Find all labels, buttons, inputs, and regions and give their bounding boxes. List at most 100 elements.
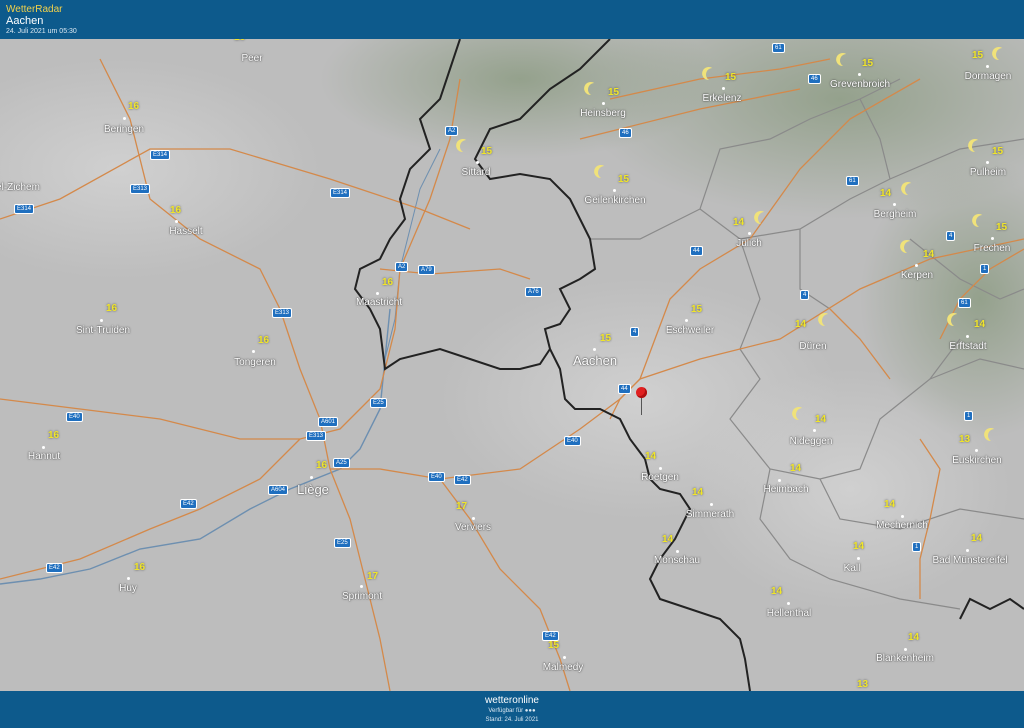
city-dot: [904, 648, 907, 651]
city-kerpen[interactable]: Kerpen: [901, 270, 933, 281]
road-shield: E42: [46, 563, 63, 573]
city-sprimont[interactable]: Sprimont: [342, 591, 382, 602]
city-dot: [472, 517, 475, 520]
city-dot: [813, 429, 816, 432]
city-kall[interactable]: Kall: [844, 563, 861, 574]
road-shield: A76: [525, 287, 542, 297]
city-dot: [360, 585, 363, 588]
city-erkelenz[interactable]: Erkelenz: [703, 93, 742, 104]
header-bar: WetterRadar Aachen 24. Juli 2021 um 05:3…: [0, 0, 1024, 39]
wetteronline-logo[interactable]: wetteronline: [0, 695, 1024, 706]
temp-heinsberg: 15: [608, 87, 620, 98]
city-dot: [42, 446, 45, 449]
city-heinsberg[interactable]: Heinsberg: [580, 108, 626, 119]
map-canvas: [0, 39, 1024, 691]
city-grevenbroich[interactable]: Grevenbroich: [830, 79, 890, 90]
city-dot: [915, 264, 918, 267]
city-blankenheim[interactable]: Blankenheim: [876, 653, 934, 664]
temp-aachen: 15: [600, 333, 612, 344]
pin-stick: [641, 397, 642, 415]
road-shield: 46: [619, 128, 632, 138]
city-peer[interactable]: Peer: [241, 53, 262, 64]
temp-bottom: 13: [857, 679, 869, 690]
city-heimbach[interactable]: Heimbach: [763, 484, 808, 495]
temp-erftstadt: 14: [974, 319, 986, 330]
city-simmerath[interactable]: Simmerath: [686, 509, 734, 520]
road-shield: 46: [808, 74, 821, 84]
temp-verviers: 17: [456, 501, 468, 512]
city-monschau[interactable]: Monschau: [654, 555, 700, 566]
road-shield: A25: [333, 458, 350, 468]
city-malmedy[interactable]: Malmedy: [543, 662, 584, 673]
road-shield: E40: [66, 412, 83, 422]
temp-hasselt: 16: [170, 205, 182, 216]
weather-map[interactable]: 16 Peer 16 Beringen el-Zichem 16 Hasselt…: [0, 39, 1024, 691]
city-dot: [991, 237, 994, 240]
city-hasselt[interactable]: Hasselt: [169, 226, 202, 237]
road-shield: E42: [180, 499, 197, 509]
road-shield: 4: [630, 327, 640, 337]
city-liege[interactable]: Liège: [297, 482, 329, 497]
city-tongeren[interactable]: Tongeren: [234, 357, 276, 368]
stand-text: Stand: 24. Juli 2021: [485, 717, 539, 723]
city-dot: [748, 232, 751, 235]
city-frechen[interactable]: Frechen: [974, 243, 1011, 254]
city-hannut[interactable]: Hannut: [28, 451, 60, 462]
temp-malmedy: 15: [548, 640, 560, 651]
temp-eschweiler: 15: [691, 304, 703, 315]
city-duren[interactable]: Düren: [799, 341, 826, 352]
road-shield: 44: [690, 246, 703, 256]
city-dot: [966, 549, 969, 552]
road-shield: E314: [150, 150, 171, 160]
temp-peer: 16: [234, 39, 245, 43]
temp-sprimont: 17: [367, 571, 379, 582]
city-julich[interactable]: Jülich: [736, 238, 762, 249]
temp-simmerath: 14: [692, 487, 704, 498]
city-bergheim[interactable]: Bergheim: [874, 209, 917, 220]
city-sint-truiden[interactable]: Sint-Truiden: [76, 325, 130, 336]
city-dot: [127, 577, 130, 580]
road-shield: E40: [428, 472, 445, 482]
city-zichem[interactable]: el-Zichem: [0, 182, 40, 193]
city-dot: [100, 319, 103, 322]
city-huy[interactable]: Huy: [119, 583, 137, 594]
city-dot: [602, 102, 605, 105]
city-mechernich[interactable]: Mechernich: [876, 520, 928, 531]
road-shield: 44: [618, 384, 631, 394]
city-dot: [857, 557, 860, 560]
footer-bar: wetteronline Verfügbar für ●●● Stand: 24…: [0, 691, 1024, 728]
city-badmunstereifel[interactable]: Bad Münstereifel: [932, 555, 1007, 566]
road-shield: E313: [272, 308, 293, 318]
city-dot: [593, 348, 596, 351]
city-aachen[interactable]: Aachen: [573, 353, 617, 368]
city-dot: [986, 65, 989, 68]
city-verviers[interactable]: Verviers: [455, 522, 491, 533]
temp-hannut: 16: [48, 430, 60, 441]
city-euskirchen[interactable]: Euskirchen: [952, 455, 1001, 466]
temp-sittard: 15: [481, 146, 493, 157]
city-nideggen[interactable]: Nideggen: [790, 436, 833, 447]
temp-beringen: 16: [128, 101, 140, 112]
city-hellenthal[interactable]: Hellenthal: [767, 608, 811, 619]
city-erftstadt[interactable]: Erftstadt: [949, 341, 986, 352]
city-dot: [613, 189, 616, 192]
city-pulheim[interactable]: Pulheim: [970, 167, 1006, 178]
temp-julich: 14: [733, 217, 745, 228]
city-roetgen[interactable]: Roetgen: [641, 472, 679, 483]
city-dormagen[interactable]: Dormagen: [965, 71, 1012, 82]
temp-hellenthal: 14: [771, 586, 783, 597]
road-shield: 1: [964, 411, 974, 421]
city-beringen[interactable]: Beringen: [104, 124, 144, 135]
brand-label: WetterRadar: [6, 4, 63, 15]
road-shield: 1: [912, 542, 922, 552]
city-dot: [986, 161, 989, 164]
city-eschweiler[interactable]: Eschweiler: [666, 325, 714, 336]
city-dot: [563, 656, 566, 659]
city-sittard[interactable]: Sittard: [462, 167, 491, 178]
city-geilenkirchen[interactable]: Geilenkirchen: [584, 195, 645, 206]
location-pin-icon[interactable]: [636, 387, 647, 398]
city-maastricht[interactable]: Maastricht: [356, 297, 402, 308]
temp-nideggen: 14: [815, 414, 827, 425]
temp-bergheim: 14: [880, 188, 892, 199]
road-shield: A2: [445, 126, 459, 136]
